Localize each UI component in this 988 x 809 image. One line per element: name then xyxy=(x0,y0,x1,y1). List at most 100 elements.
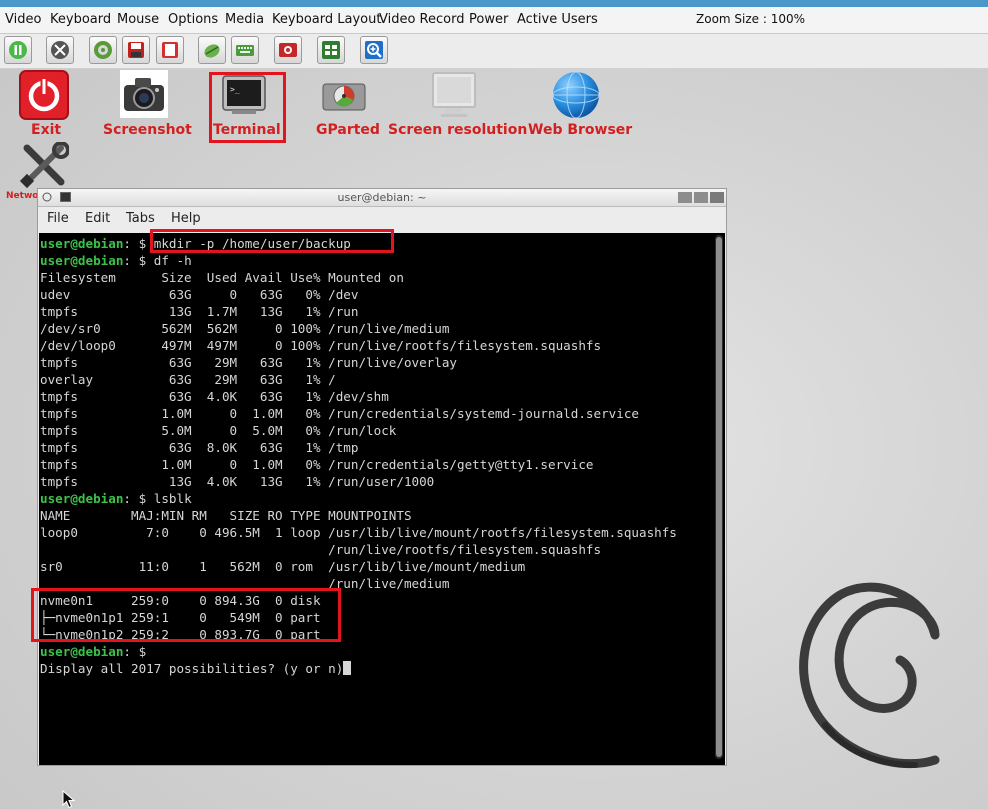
terminal-menu-tabs[interactable]: Tabs xyxy=(126,211,155,226)
mkdir-command-highlight xyxy=(150,229,394,253)
terminal-line: /dev/sr0 562M 562M 0 100% /run/live/medi… xyxy=(40,320,712,337)
nvme-partitions-highlight xyxy=(31,588,341,642)
terminal-menu-file[interactable]: File xyxy=(47,211,69,226)
pause-icon xyxy=(9,41,27,59)
save-icon xyxy=(128,42,144,58)
mouse-pointer-icon xyxy=(62,790,76,809)
terminal-line: Display all 2017 possibilities? (y or n) xyxy=(40,660,712,677)
fullscreen-icon xyxy=(51,41,69,59)
terminal-window[interactable]: user@debian: ~ File Edit Tabs Help user@… xyxy=(37,188,727,766)
terminal-line: tmpfs 63G 4.0K 63G 1% /dev/shm xyxy=(40,388,712,405)
terminal-menu-help[interactable]: Help xyxy=(171,211,201,226)
terminal-line-text: /run/live/rootfs/filesystem.squashfs xyxy=(40,542,602,557)
tools-icon xyxy=(19,142,69,189)
terminal-line-text: /dev/sr0 562M 562M 0 100% /run/live/medi… xyxy=(40,321,450,336)
terminal-line: Filesystem Size Used Avail Use% Mounted … xyxy=(40,269,712,286)
terminal-line-text: /dev/loop0 497M 497M 0 100% /run/live/ro… xyxy=(40,338,602,353)
terminal-scrollbar-thumb[interactable] xyxy=(716,237,722,757)
terminal-line-text: tmpfs 63G 8.0K 63G 1% /tmp xyxy=(40,440,359,455)
terminal-output[interactable]: user@debian: $ mkdir -p /home/user/backu… xyxy=(39,233,725,765)
terminal-line: /dev/loop0 497M 497M 0 100% /run/live/ro… xyxy=(40,337,712,354)
video-record-button[interactable] xyxy=(274,36,302,64)
terminal-window-title: user@debian: ~ xyxy=(337,191,427,204)
terminal-line: NAME MAJ:MIN RM SIZE RO TYPE MOUNTPOINTS xyxy=(40,507,712,524)
menu-mouse[interactable]: Mouse xyxy=(117,12,159,27)
terminal-line: tmpfs 63G 29M 63G 1% /run/live/overlay xyxy=(40,354,712,371)
desktop-web-browser-label: Web Browser xyxy=(528,122,633,138)
debian-swirl-logo xyxy=(799,582,940,769)
zoom-in-icon xyxy=(365,41,383,59)
shell-prompt: user@debian xyxy=(40,236,124,251)
keyboard-button[interactable] xyxy=(231,36,259,64)
kvm-menubar: Video Keyboard Mouse Options Media Keybo… xyxy=(0,7,988,34)
close-button[interactable] xyxy=(710,192,724,203)
record-icon xyxy=(279,43,297,57)
minimize-button[interactable] xyxy=(678,192,692,203)
terminal-line-text: tmpfs 13G 1.7M 13G 1% /run xyxy=(40,304,359,319)
terminal-line: tmpfs 13G 4.0K 13G 1% /run/user/1000 xyxy=(40,473,712,490)
terminal-line: /run/live/rootfs/filesystem.squashfs xyxy=(40,541,712,558)
mouse-button[interactable] xyxy=(198,36,226,64)
terminal-line-text: tmpfs 63G 4.0K 63G 1% /dev/shm xyxy=(40,389,389,404)
shell-prompt: user@debian xyxy=(40,644,124,659)
terminal-line: tmpfs 1.0M 0 1.0M 0% /run/credentials/ge… xyxy=(40,456,712,473)
desktop-network-label: Netwo xyxy=(6,191,38,201)
menu-options[interactable]: Options xyxy=(168,12,218,27)
menu-video[interactable]: Video xyxy=(5,12,41,27)
terminal-line: overlay 63G 29M 63G 1% / xyxy=(40,371,712,388)
mouse-icon xyxy=(204,44,220,58)
terminal-line-text: : $ xyxy=(123,644,147,659)
menu-active-users[interactable]: Active Users xyxy=(517,12,598,27)
terminal-line: tmpfs 13G 1.7M 13G 1% /run xyxy=(40,303,712,320)
text-cursor xyxy=(343,661,352,675)
terminal-line-text: udev 63G 0 63G 0% /dev xyxy=(40,287,359,302)
camera-icon xyxy=(120,70,168,118)
terminal-titlebar[interactable]: user@debian: ~ xyxy=(38,189,726,207)
terminal-line: tmpfs 1.0M 0 1.0M 0% /run/credentials/sy… xyxy=(40,405,712,422)
menu-media[interactable]: Media xyxy=(225,12,264,27)
floppy-button[interactable] xyxy=(156,36,184,64)
terminal-line: user@debian: $ lsblk xyxy=(40,490,712,507)
maximize-button[interactable] xyxy=(694,192,708,203)
terminal-line-text: tmpfs 5.0M 0 5.0M 0% /run/lock xyxy=(40,423,397,438)
terminal-line-text: tmpfs 63G 29M 63G 1% /run/live/overlay xyxy=(40,355,458,370)
pause-button[interactable] xyxy=(4,36,32,64)
virtual-media-button[interactable] xyxy=(89,36,117,64)
disc-icon xyxy=(94,41,112,59)
terminal-line-text: : $ df -h xyxy=(123,253,192,268)
terminal-menubar: File Edit Tabs Help xyxy=(38,207,726,231)
menu-keyboard-layout[interactable]: Keyboard Layout xyxy=(272,12,381,27)
fullscreen-button[interactable] xyxy=(46,36,74,64)
desktop-screen-resolution-label: Screen resolution xyxy=(388,122,528,138)
desktop-gparted-label: GParted xyxy=(316,122,380,138)
terminal-line-text: tmpfs 13G 4.0K 13G 1% /run/user/1000 xyxy=(40,474,435,489)
terminal-line-text: tmpfs 1.0M 0 1.0M 0% /run/credentials/sy… xyxy=(40,406,639,421)
shell-prompt: user@debian xyxy=(40,491,124,506)
terminal-scrollbar[interactable] xyxy=(715,235,723,759)
terminal-line-text: Display all 2017 possibilities? (y or n) xyxy=(40,661,344,676)
menu-keyboard[interactable]: Keyboard xyxy=(50,12,111,27)
terminal-line: user@debian: $ df -h xyxy=(40,252,712,269)
terminal-line: udev 63G 0 63G 0% /dev xyxy=(40,286,712,303)
terminal-line: tmpfs 63G 8.0K 63G 1% /tmp xyxy=(40,439,712,456)
zoom-size-label: Zoom Size : 100% xyxy=(696,12,806,26)
desktop-exit-label: Exit xyxy=(31,122,62,138)
keyboard-icon xyxy=(236,45,254,56)
terminal-menu-edit[interactable]: Edit xyxy=(85,211,110,226)
terminal-line: tmpfs 5.0M 0 5.0M 0% /run/lock xyxy=(40,422,712,439)
floppy-icon xyxy=(162,42,178,58)
menu-video-record[interactable]: Video Record xyxy=(379,12,464,27)
zoom-in-button[interactable] xyxy=(360,36,388,64)
terminal-icon-highlight xyxy=(209,72,286,143)
multi-window-button[interactable] xyxy=(317,36,345,64)
monitor-icon xyxy=(432,72,476,117)
multi-window-icon xyxy=(322,41,340,59)
terminal-line: loop0 7:0 0 496.5M 1 loop /usr/lib/live/… xyxy=(40,524,712,541)
globe-icon xyxy=(552,71,600,119)
terminal-line-text: tmpfs 1.0M 0 1.0M 0% /run/credentials/ge… xyxy=(40,457,594,472)
terminal-line: user@debian: $ xyxy=(40,643,712,660)
menu-power[interactable]: Power xyxy=(469,12,508,27)
terminal-line-text: Filesystem Size Used Avail Use% Mounted … xyxy=(40,270,404,285)
terminal-line-text: NAME MAJ:MIN RM SIZE RO TYPE MOUNTPOINTS xyxy=(40,508,412,523)
save-button[interactable] xyxy=(122,36,150,64)
